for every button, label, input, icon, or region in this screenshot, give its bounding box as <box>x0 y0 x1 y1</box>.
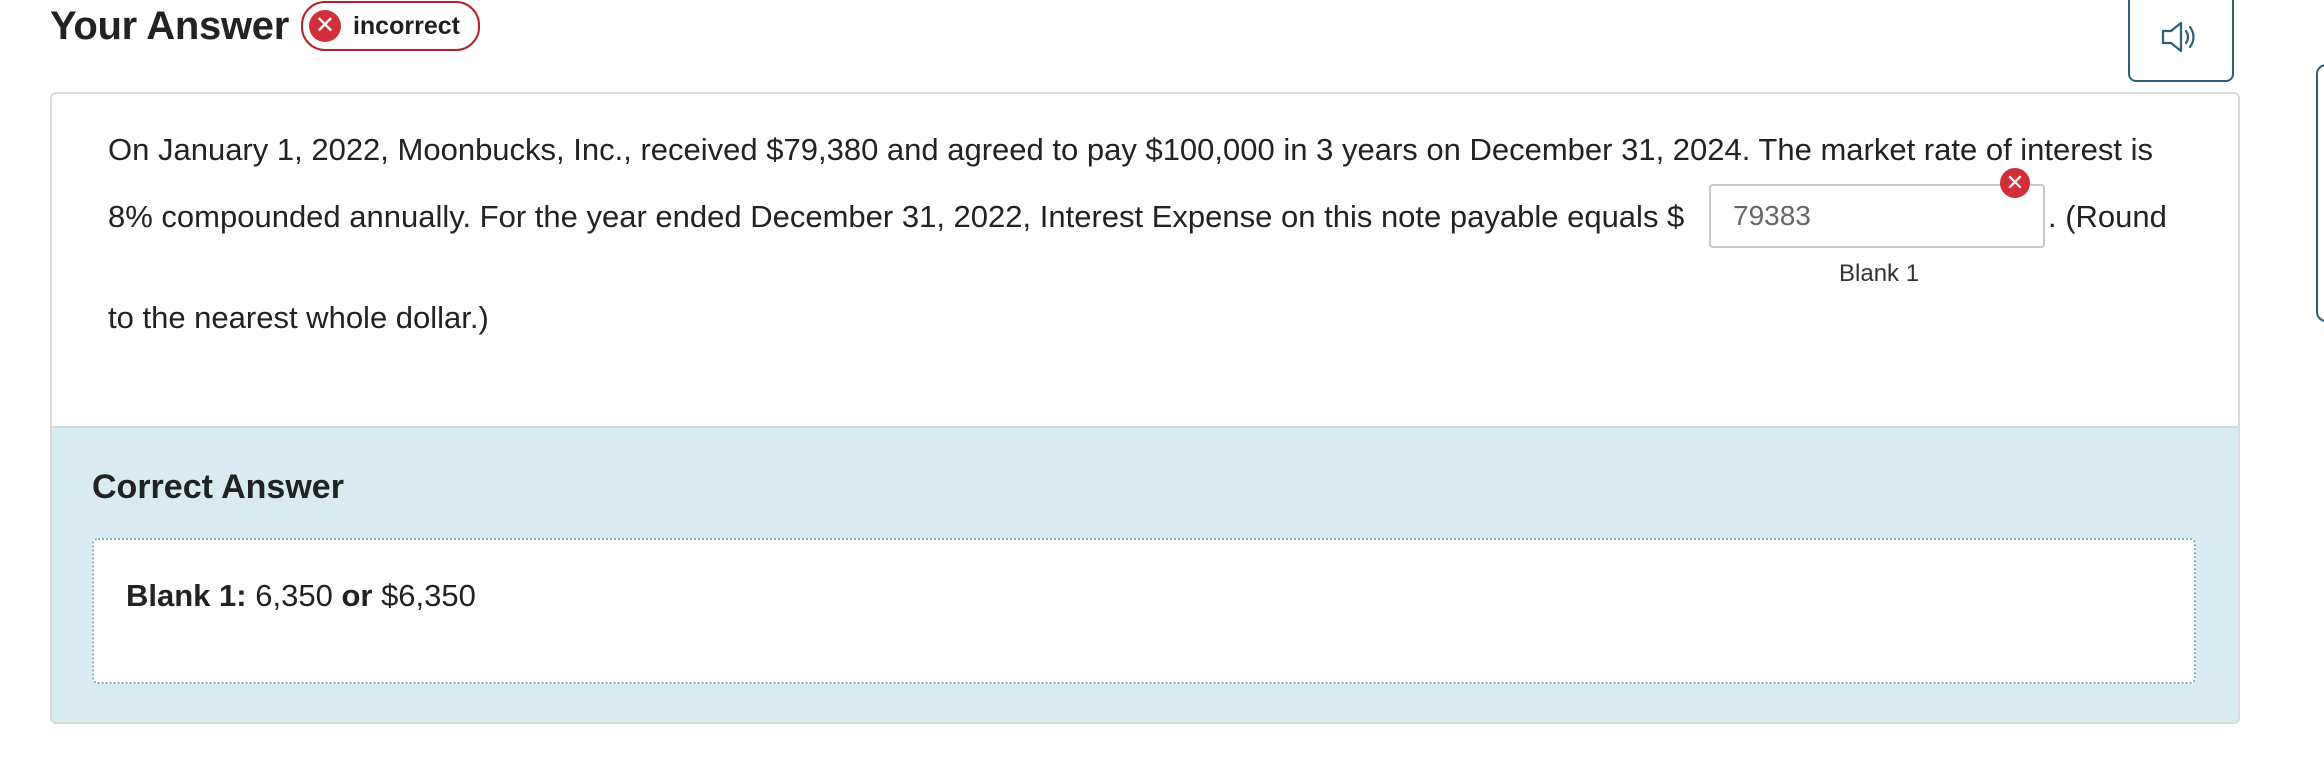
correct-answer-text: Blank 1: 6,350 or $6,350 <box>126 578 476 614</box>
your-answer-header: Your Answer ✕ incorrect <box>50 0 480 52</box>
side-panel-tab[interactable] <box>2316 64 2324 322</box>
incorrect-x-icon: ✕ <box>2000 168 2030 198</box>
answer-card: On January 1, 2022, Moonbucks, Inc., rec… <box>50 92 2240 724</box>
correct-value-2: $6,350 <box>381 578 476 613</box>
blank-1-key: Blank 1: <box>126 578 247 613</box>
x-circle-icon: ✕ <box>308 10 341 42</box>
question-text-after-blank: . (Round <box>2048 199 2167 234</box>
correct-answer-box: Blank 1: 6,350 or $6,350 <box>92 538 2196 684</box>
question-text-line-3: to the nearest whole dollar.) <box>108 300 489 335</box>
correct-value-1: 6,350 <box>255 578 333 613</box>
correct-answer-title: Correct Answer <box>92 468 344 506</box>
blank-1-label: Blank 1 <box>1839 260 1920 287</box>
incorrect-status-badge: ✕ incorrect <box>300 1 480 51</box>
page-title: Your Answer <box>50 3 289 48</box>
speaker-icon <box>2161 21 2195 53</box>
or-separator: or <box>341 578 373 613</box>
question-text-line-1: On January 1, 2022, Moonbucks, Inc., rec… <box>108 132 2153 167</box>
read-aloud-button[interactable] <box>2128 0 2234 82</box>
correct-answer-section: Correct Answer Blank 1: 6,350 or $6,350 <box>52 426 2238 722</box>
question-text-line-2: 8% compounded annually. For the year end… <box>108 199 1685 234</box>
blank-1-input[interactable] <box>1709 184 2045 248</box>
status-label: incorrect <box>352 11 460 40</box>
question-panel: On January 1, 2022, Moonbucks, Inc., rec… <box>52 94 2238 426</box>
